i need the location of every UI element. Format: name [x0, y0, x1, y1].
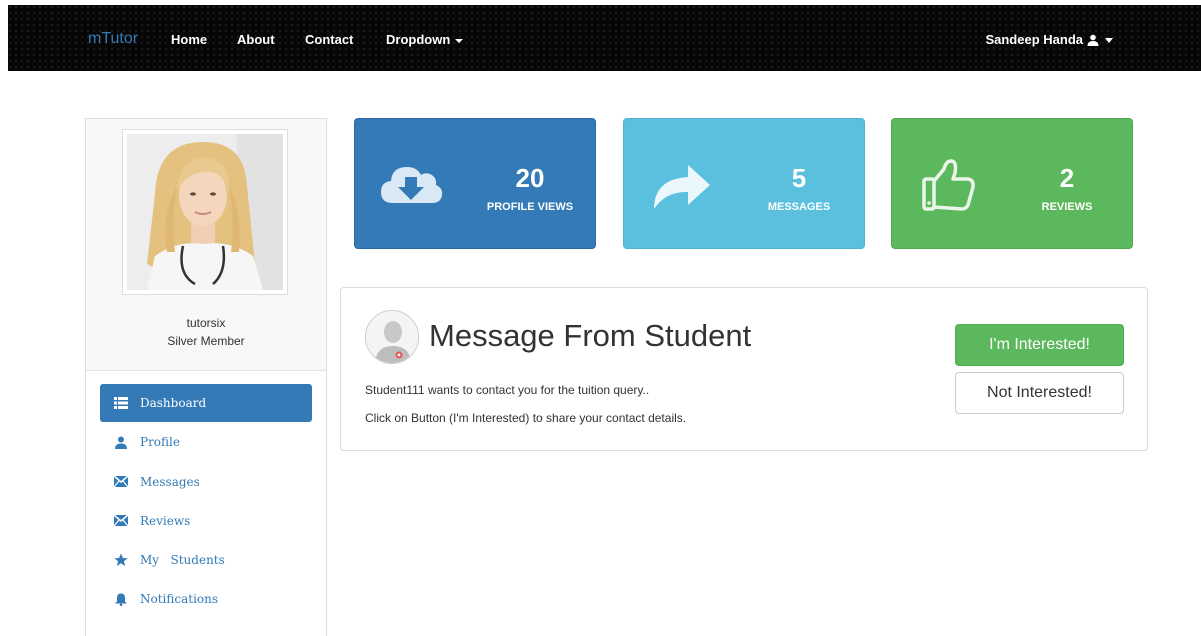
sidebar-item-my-students[interactable]: My Students — [100, 541, 312, 579]
bell-icon — [114, 592, 128, 606]
sidebar-item-notifications[interactable]: Notifications — [100, 580, 312, 618]
sidebar-item-label: My Students — [140, 553, 225, 568]
message-panel: Message From Student Student111 wants to… — [340, 287, 1148, 451]
message-text: Student111 wants to contact you for the … — [365, 383, 650, 397]
star-icon — [114, 553, 128, 567]
sidebar-item-label: Dashboard — [140, 396, 207, 410]
thumbs-up-icon — [922, 159, 975, 211]
reviews-label: REVIEWS — [1041, 201, 1093, 213]
caret-down-icon — [1105, 37, 1113, 43]
share-arrow-icon — [654, 165, 710, 209]
envelope-icon — [114, 514, 128, 528]
message-title: Message From Student — [429, 318, 752, 353]
messages-count: 5 — [791, 163, 807, 193]
list-icon — [114, 396, 128, 410]
student-avatar — [365, 310, 419, 364]
profile-photo — [122, 129, 288, 295]
interested-button[interactable]: I'm Interested! — [955, 324, 1124, 366]
envelope-icon — [114, 475, 128, 489]
sidebar-item-label: Notifications — [140, 592, 219, 607]
profile-membership: Silver Member — [167, 334, 245, 348]
user-menu-toggle[interactable]: Sandeep Handa — [985, 32, 1115, 47]
top-navbar: mTutor Home About Contact Dropdown Sande… — [8, 5, 1201, 71]
sidebar-item-label: Reviews — [140, 513, 191, 528]
sidebar-item-messages[interactable]: Messages — [100, 463, 312, 501]
nav-about-link[interactable]: About — [237, 32, 275, 47]
profile-views-count: 20 — [515, 163, 545, 193]
cloud-download-icon — [381, 167, 443, 203]
nav-dropdown-toggle[interactable]: Dropdown — [386, 32, 464, 47]
sidebar-item-label: Messages — [140, 474, 200, 489]
profile-username: tutorsix — [186, 316, 226, 330]
profile-views-stat: 20 PROFILE VIEWS — [354, 118, 596, 249]
brand-link[interactable]: mTutor — [88, 30, 138, 48]
sidebar: tutorsix Silver Member Dashboard Profile… — [85, 118, 327, 636]
profile-card: tutorsix Silver Member — [86, 119, 326, 371]
sidebar-item-reviews[interactable]: Reviews — [100, 502, 312, 540]
caret-down-icon — [455, 38, 464, 43]
message-instruction: Click on Button (I'm Interested) to shar… — [365, 411, 687, 425]
sidebar-item-label: Profile — [140, 435, 180, 450]
nav-dropdown-label: Dropdown — [386, 32, 451, 47]
messages-label: MESSAGES — [767, 201, 831, 213]
profile-photo-image — [127, 134, 283, 290]
sidebar-item-dashboard[interactable]: Dashboard — [100, 384, 312, 422]
not-interested-button[interactable]: Not Interested! — [955, 372, 1124, 414]
user-name: Sandeep Handa — [985, 32, 1083, 47]
user-icon — [1087, 34, 1099, 46]
reviews-stat: 2 REVIEWS — [891, 118, 1133, 249]
nav-contact-link[interactable]: Contact — [305, 32, 353, 47]
nav-home-link[interactable]: Home — [171, 32, 207, 47]
reviews-count: 2 — [1059, 163, 1075, 193]
sidebar-menu: Dashboard Profile Messages Reviews My St… — [100, 384, 312, 620]
profile-views-label: PROFILE VIEWS — [486, 201, 574, 213]
sidebar-item-profile[interactable]: Profile — [100, 423, 312, 461]
messages-stat: 5 MESSAGES — [623, 118, 865, 249]
user-icon — [114, 435, 128, 449]
